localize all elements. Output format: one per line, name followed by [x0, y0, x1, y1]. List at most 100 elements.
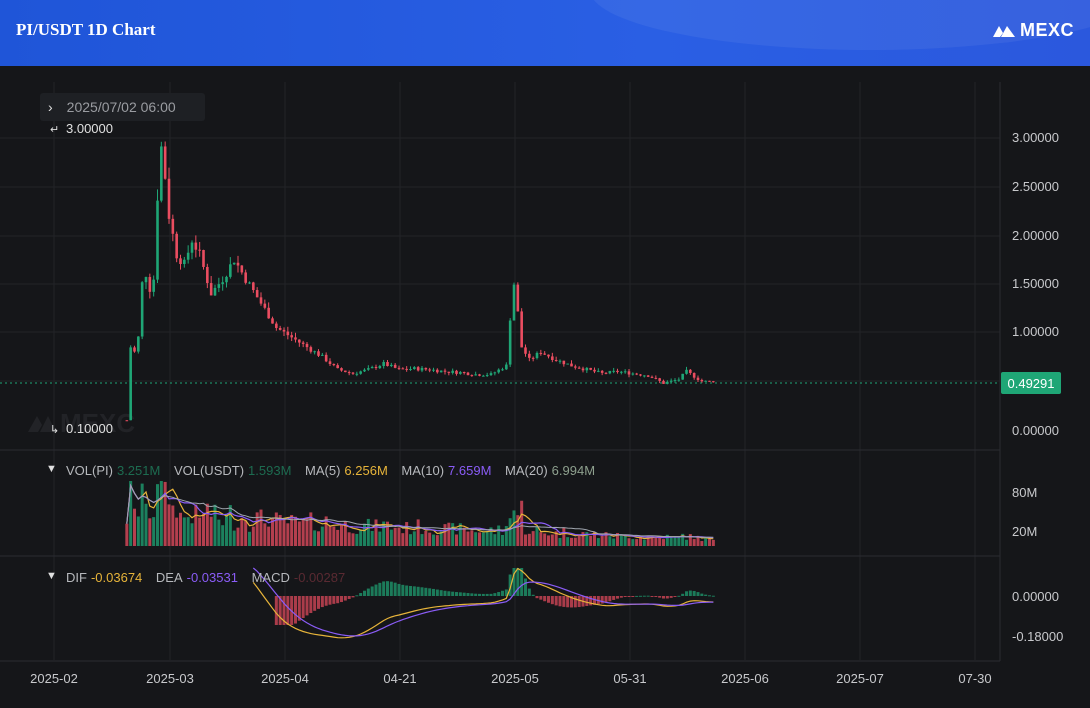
high-marker-label: 3.00000: [66, 121, 113, 136]
volume-bar: [535, 526, 539, 546]
chart-canvas[interactable]: MEXC ↵ 3.00000 ↳ 0.10000 3.00000 2.50000…: [0, 66, 1090, 708]
vol-usdt-label: VOL(USDT): [173, 463, 245, 478]
candle-body: [179, 258, 182, 265]
candle-body: [631, 373, 635, 375]
macd-bar: [301, 596, 305, 618]
candle-body: [627, 371, 631, 375]
ma5-label: MA(5): [305, 463, 341, 478]
volume-bar: [190, 523, 194, 546]
volume-bar: [570, 537, 573, 546]
volume-bar: [508, 518, 512, 546]
macd-bar: [447, 591, 451, 596]
macd-bar: [294, 596, 297, 624]
candle-body: [344, 370, 347, 373]
macd-bar: [370, 586, 374, 596]
macd-value: -0.00287: [293, 570, 346, 585]
time-tick: 2025-05: [491, 671, 539, 686]
candle-body: [367, 368, 370, 370]
macd-bar: [313, 596, 317, 611]
macd-bar: [485, 593, 489, 596]
candle-body: [520, 311, 523, 348]
chevron-down-icon[interactable]: ▼: [46, 570, 57, 582]
svg-text:↳: ↳: [50, 424, 59, 436]
macd-bar: [550, 596, 554, 605]
candle-body: [577, 367, 581, 369]
volume-bar: [370, 530, 374, 546]
candle-body: [570, 363, 573, 367]
volume-bar: [313, 530, 317, 546]
volume-bar: [704, 537, 708, 546]
candle-body: [462, 372, 466, 374]
macd-bar: [524, 578, 527, 596]
volume-bar: [405, 522, 409, 546]
macd-bar: [685, 591, 688, 596]
candle-body: [681, 373, 684, 380]
candle-body: [229, 264, 232, 277]
volume-bar: [225, 513, 228, 546]
chevron-right-icon[interactable]: ›: [48, 99, 53, 115]
macd-bar: [343, 596, 347, 601]
candle-body: [466, 372, 470, 376]
volume-bar: [493, 534, 497, 546]
volume-bar: [152, 517, 156, 546]
macd-bar: [340, 596, 343, 603]
candle-body: [612, 370, 615, 372]
candle-body: [662, 380, 665, 384]
volume-bar: [435, 535, 439, 546]
candle-body: [432, 369, 435, 371]
macd-bar: [527, 588, 531, 596]
volume-bar: [424, 530, 428, 546]
macd-bar: [382, 581, 386, 596]
macd-bar: [405, 585, 409, 596]
candle-body: [677, 379, 681, 381]
volume-bar: [562, 527, 566, 546]
volume-bar: [355, 533, 359, 546]
volume-bar: [340, 524, 343, 546]
macd-bar: [355, 595, 359, 597]
candle-body: [275, 323, 278, 328]
candle-body: [593, 369, 596, 372]
volume-bar: [470, 530, 474, 546]
volume-bar: [194, 504, 198, 546]
candle-body: [547, 354, 550, 357]
candle-body: [443, 370, 447, 372]
candle-body: [562, 360, 566, 365]
volume-bar: [466, 531, 470, 546]
candle-body: [286, 331, 290, 336]
volume-bar: [619, 534, 623, 546]
volume-bar: [366, 518, 370, 546]
volume-legend: VOL(PI) 3.251M VOL(USDT) 1.593M MA(5) 6.256…: [66, 463, 599, 478]
candle-body: [194, 242, 198, 250]
candle-body: [712, 381, 715, 383]
macd-bar: [711, 595, 715, 597]
macd-bar: [669, 596, 673, 598]
candle-body: [436, 369, 439, 373]
crosshair-date-box[interactable]: › 2025/07/02 06:00: [40, 93, 205, 121]
macd-bar: [389, 581, 393, 596]
volume-bar: [251, 526, 255, 546]
volume-bar: [589, 535, 593, 546]
time-tick: 07-30: [958, 671, 991, 686]
volume-bar: [497, 525, 501, 546]
chart-area[interactable]: MEXC ↵ 3.00000 ↳ 0.10000 3.00000 2.50000…: [0, 66, 1090, 708]
volume-bar: [359, 529, 363, 546]
candle-body: [428, 369, 431, 371]
volume-bar: [539, 532, 543, 546]
candle-body: [455, 370, 458, 374]
volume-bar: [363, 523, 366, 546]
volume-bar: [458, 523, 462, 546]
candle-body: [658, 378, 661, 381]
volume-bar: [171, 505, 175, 546]
candle-body: [439, 370, 443, 373]
volume-bar: [612, 538, 616, 546]
candle-body: [359, 371, 362, 374]
high-marker: ↵ 3.00000: [50, 121, 113, 136]
macd-bar: [577, 596, 581, 608]
candle-body: [585, 367, 589, 371]
volume-bar: [662, 539, 665, 546]
macd-bar: [627, 596, 631, 597]
volume-bar: [347, 532, 351, 546]
candle-body: [186, 252, 190, 260]
macd-bar: [351, 596, 355, 598]
chevron-down-icon[interactable]: ▼: [46, 463, 57, 475]
